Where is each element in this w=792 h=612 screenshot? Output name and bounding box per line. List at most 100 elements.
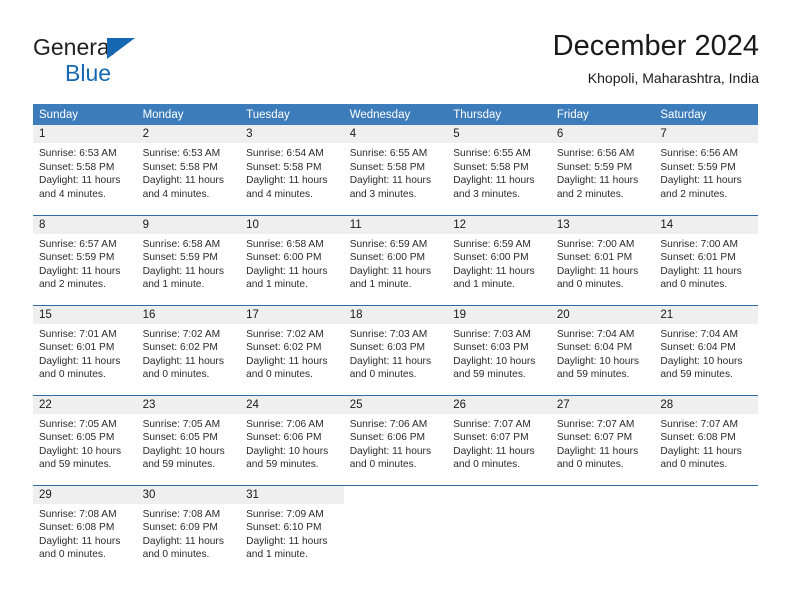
sunset-time: Sunset: 6:05 PM: [39, 432, 115, 444]
calendar-day-cell[interactable]: 22 Sunrise: 7:05 AM Sunset: 6:05 PM Dayligh…: [33, 394, 137, 485]
sunset-time: Sunset: 6:08 PM: [660, 432, 736, 444]
day-sun-info: Sunrise: 7:03 AM Sunset: 6:03 PM Daylight:…: [344, 324, 448, 382]
day-sun-info: Sunrise: 7:04 AM Sunset: 6:04 PM Daylight:…: [654, 324, 758, 382]
page-subtitle-location: Khopoli, Maharashtra, India: [587, 70, 759, 86]
day-sun-info: Sunrise: 7:06 AM Sunset: 6:06 PM Daylight:…: [240, 414, 344, 472]
day-number: 9: [136, 215, 241, 234]
day-number: 26: [447, 395, 551, 414]
calendar-day-cell[interactable]: 23 Sunrise: 7:05 AM Sunset: 6:05 PM Dayligh…: [136, 394, 241, 485]
calendar-day-cell[interactable]: 14 Sunrise: 7:00 AM Sunset: 6:01 PM Dayligh…: [654, 214, 758, 305]
calendar-week-row: 22 Sunrise: 7:05 AM Sunset: 6:05 PM Dayligh…: [33, 394, 758, 485]
calendar-day-cell[interactable]: 31 Sunrise: 7:09 AM Sunset: 6:10 PM Dayligh…: [240, 484, 344, 575]
calendar-day-cell[interactable]: 6 Sunrise: 6:56 AM Sunset: 5:59 PM Daylight…: [550, 125, 655, 215]
daylight-duration-line1: Daylight: 11 hours: [142, 265, 224, 277]
sunrise-time: Sunrise: 7:07 AM: [453, 418, 531, 430]
daylight-duration-line1: Daylight: 11 hours: [246, 175, 328, 187]
daylight-duration-line2: and 0 minutes.: [39, 549, 106, 561]
daylight-duration-line1: Daylight: 10 hours: [39, 445, 122, 457]
calendar-day-cell[interactable]: 28 Sunrise: 7:07 AM Sunset: 6:08 PM Dayligh…: [654, 394, 758, 485]
calendar-day-cell[interactable]: 2 Sunrise: 6:53 AM Sunset: 5:58 PM Daylight…: [136, 125, 241, 215]
calendar-day-cell[interactable]: 8 Sunrise: 6:57 AM Sunset: 5:59 PM Daylight…: [33, 214, 137, 305]
day-number: 21: [654, 305, 758, 324]
day-sun-info: Sunrise: 6:53 AM Sunset: 5:58 PM Daylight:…: [137, 143, 241, 201]
calendar-day-cell[interactable]: 30 Sunrise: 7:08 AM Sunset: 6:09 PM Dayligh…: [136, 484, 241, 575]
day-sun-info: Sunrise: 7:01 AM Sunset: 6:01 PM Daylight:…: [33, 324, 137, 382]
day-number: 1: [33, 125, 137, 143]
calendar-day-cell[interactable]: 10 Sunrise: 6:58 AM Sunset: 6:00 PM Dayligh…: [240, 214, 344, 305]
day-number: 15: [33, 305, 137, 324]
calendar-day-cell[interactable]: 29 Sunrise: 7:08 AM Sunset: 6:08 PM Dayligh…: [33, 484, 137, 575]
calendar-day-cell[interactable]: 12 Sunrise: 6:59 AM Sunset: 6:00 PM Dayligh…: [447, 214, 551, 305]
daylight-duration-line2: and 2 minutes.: [660, 188, 728, 200]
day-sun-info: Sunrise: 6:55 AM Sunset: 5:58 PM Daylight:…: [447, 143, 551, 201]
daylight-duration-line2: and 0 minutes.: [556, 459, 624, 471]
daylight-duration-line2: and 59 minutes.: [246, 459, 319, 471]
page-header: General Blue December 2024 Khopoli, Maha…: [33, 28, 759, 98]
calendar-day-cell[interactable]: 18 Sunrise: 7:03 AM Sunset: 6:03 PM Dayligh…: [343, 304, 448, 395]
calendar-table: Sunday Monday Tuesday Wednesday Thursday Frid…: [33, 104, 758, 575]
day-number: 18: [343, 305, 448, 324]
daylight-duration-line2: and 0 minutes.: [556, 279, 624, 291]
daylight-duration-line2: and 0 minutes.: [142, 369, 210, 381]
calendar-day-cell[interactable]: 26 Sunrise: 7:07 AM Sunset: 6:07 PM Dayligh…: [447, 394, 551, 485]
calendar-day-cell[interactable]: 24 Sunrise: 7:06 AM Sunset: 6:06 PM Dayligh…: [240, 394, 344, 485]
calendar-day-cell[interactable]: 1 Sunrise: 6:53 AM Sunset: 5:58 PM Daylight…: [33, 125, 137, 215]
sunrise-time: Sunrise: 6:58 AM: [246, 238, 324, 250]
calendar-day-cell[interactable]: 25 Sunrise: 7:06 AM Sunset: 6:06 PM Dayligh…: [343, 394, 448, 485]
calendar-day-cell[interactable]: 16 Sunrise: 7:02 AM Sunset: 6:02 PM Dayligh…: [136, 304, 241, 395]
calendar-day-cell[interactable]: 27 Sunrise: 7:07 AM Sunset: 6:07 PM Dayligh…: [550, 394, 655, 485]
calendar-day-cell[interactable]: 9 Sunrise: 6:58 AM Sunset: 5:59 PM Daylight…: [136, 214, 241, 305]
calendar-day-cell[interactable]: 15 Sunrise: 7:01 AM Sunset: 6:01 PM Dayligh…: [33, 304, 137, 395]
sunset-time: Sunset: 5:59 PM: [660, 161, 736, 173]
day-sun-info: Sunrise: 6:59 AM Sunset: 6:00 PM Daylight:…: [344, 234, 448, 292]
calendar-day-cell[interactable]: 21 Sunrise: 7:04 AM Sunset: 6:04 PM Dayligh…: [654, 304, 758, 395]
day-number: 28: [654, 395, 758, 414]
calendar-day-cell[interactable]: 20 Sunrise: 7:04 AM Sunset: 6:04 PM Dayligh…: [550, 304, 655, 395]
daylight-duration-line2: and 4 minutes.: [246, 188, 313, 200]
calendar-day-cell[interactable]: 7 Sunrise: 6:56 AM Sunset: 5:59 PM Daylight…: [654, 125, 758, 215]
day-number: 19: [447, 305, 551, 324]
calendar-day-cell[interactable]: 5 Sunrise: 6:55 AM Sunset: 5:58 PM Daylight…: [447, 125, 551, 215]
calendar-day-cell[interactable]: 3 Sunrise: 6:54 AM Sunset: 5:58 PM Daylight…: [240, 125, 344, 215]
weekday-header-tuesday: Tuesday: [240, 104, 344, 125]
weekday-header-friday: Friday: [550, 104, 655, 125]
calendar-day-cell[interactable]: 11 Sunrise: 6:59 AM Sunset: 6:00 PM Dayligh…: [343, 214, 448, 305]
daylight-duration-line2: and 0 minutes.: [246, 369, 313, 381]
daylight-duration-line2: and 1 minute.: [349, 279, 412, 291]
daylight-duration-line1: Daylight: 11 hours: [556, 175, 639, 187]
sunrise-time: Sunrise: 6:55 AM: [349, 148, 428, 159]
daylight-duration-line2: and 59 minutes.: [556, 369, 630, 381]
daylight-duration-line1: Daylight: 11 hours: [142, 355, 224, 367]
calendar-day-cell[interactable]: 19 Sunrise: 7:03 AM Sunset: 6:03 PM Dayligh…: [447, 304, 551, 395]
logo-top-row: General: [33, 36, 253, 61]
weekday-header-wednesday: Wednesday: [343, 104, 448, 125]
calendar-empty-cell: [343, 484, 448, 575]
weekday-header-monday: Monday: [136, 104, 241, 125]
sunrise-time: Sunrise: 7:03 AM: [453, 328, 531, 340]
sunset-time: Sunset: 6:09 PM: [142, 522, 218, 534]
daylight-duration-line1: Daylight: 11 hours: [660, 175, 742, 187]
day-number: 16: [136, 305, 241, 324]
day-number: 27: [550, 395, 655, 414]
sunset-time: Sunset: 6:01 PM: [39, 342, 115, 354]
calendar-day-cell[interactable]: 13 Sunrise: 7:00 AM Sunset: 6:01 PM Dayligh…: [550, 214, 655, 305]
daylight-duration-line1: Daylight: 11 hours: [453, 175, 535, 187]
calendar-day-cell[interactable]: 17 Sunrise: 7:02 AM Sunset: 6:02 PM Dayligh…: [240, 304, 344, 395]
daylight-duration-line1: Daylight: 11 hours: [142, 535, 224, 547]
sunrise-time: Sunrise: 7:08 AM: [142, 508, 221, 520]
day-sun-info: Sunrise: 6:53 AM Sunset: 5:58 PM Daylight:…: [33, 143, 137, 201]
sunset-time: Sunset: 5:59 PM: [556, 161, 633, 173]
sunset-time: Sunset: 6:02 PM: [142, 342, 218, 354]
day-number: [447, 485, 551, 504]
calendar-day-cell[interactable]: 4 Sunrise: 6:55 AM Sunset: 5:58 PM Daylight…: [343, 125, 448, 215]
sunset-time: Sunset: 6:08 PM: [39, 522, 115, 534]
daylight-duration-line1: Daylight: 11 hours: [556, 265, 639, 277]
day-number: 10: [240, 215, 344, 234]
day-sun-info: Sunrise: 7:02 AM Sunset: 6:02 PM Daylight:…: [137, 324, 241, 382]
sunrise-time: Sunrise: 7:07 AM: [556, 418, 635, 430]
daylight-duration-line1: Daylight: 11 hours: [660, 265, 742, 277]
sunrise-time: Sunrise: 7:08 AM: [39, 508, 117, 520]
calendar-week-row: 15 Sunrise: 7:01 AM Sunset: 6:01 PM Dayligh…: [33, 304, 758, 395]
day-number: [654, 485, 758, 504]
logo-blue-text: Blue: [65, 60, 112, 86]
